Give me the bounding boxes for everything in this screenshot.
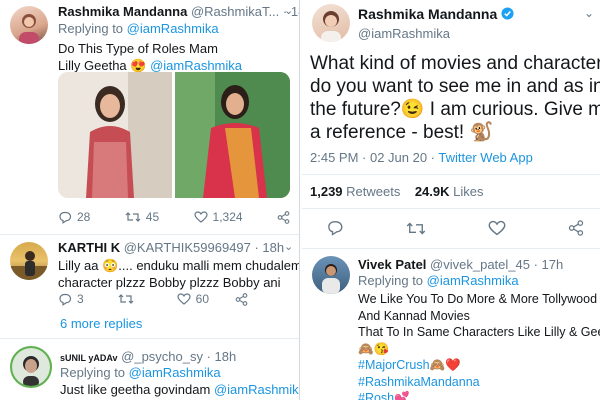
- hashtag-link[interactable]: #Rosh: [358, 391, 394, 400]
- reply-icon: [59, 293, 72, 306]
- heart-icon: [488, 220, 506, 236]
- avatar[interactable]: [312, 256, 350, 294]
- like-button[interactable]: 1,324: [193, 210, 243, 224]
- replying-to: Replying to @iamRashmika: [60, 365, 221, 380]
- mention-link[interactable]: @iamRashmika: [427, 273, 519, 288]
- tweet-actions: 28 45 1,324: [58, 210, 290, 224]
- share-icon: [277, 210, 290, 224]
- author-handle[interactable]: @_psycho_sy · 18h: [121, 349, 236, 364]
- reply-button[interactable]: 28: [58, 210, 90, 224]
- retweet-button[interactable]: [118, 292, 176, 306]
- media-image-left[interactable]: [58, 72, 172, 198]
- tweet-text: Lilly aa 😳.... enduku malli mem chudalem…: [58, 258, 300, 290]
- more-replies-link[interactable]: 6 more replies: [60, 316, 142, 331]
- reply-icon: [59, 211, 72, 224]
- author-name[interactable]: sUNIL yADAv: [60, 353, 118, 363]
- verified-badge-icon: [501, 7, 514, 20]
- share-button[interactable]: [568, 220, 584, 236]
- tweet-text: We Like You To Do More & More Tollywood …: [358, 291, 600, 400]
- tweet-text: Do This Type of Roles Mam Lilly Geetha 😍…: [58, 41, 243, 73]
- mention-link[interactable]: @iamRashmika: [214, 382, 299, 397]
- reply-button[interactable]: 3: [58, 292, 118, 306]
- divider: [0, 234, 299, 235]
- retweet-icon: [125, 212, 141, 222]
- tweet-actions: [326, 220, 584, 236]
- mention-link[interactable]: @iamRashmika: [127, 21, 219, 36]
- share-button[interactable]: [235, 292, 248, 306]
- hashtag-link[interactable]: #RashmikaMandanna: [358, 374, 600, 391]
- avatar[interactable]: [10, 6, 48, 44]
- tweet-actions: 3 60: [58, 292, 248, 306]
- author-name[interactable]: Rashmika Mandanna: [358, 6, 497, 22]
- media-image-right[interactable]: [175, 72, 290, 198]
- share-button[interactable]: [277, 210, 290, 224]
- author-handle[interactable]: @iamRashmika: [358, 26, 450, 41]
- heart-icon: [193, 211, 208, 223]
- retweet-icon: [118, 294, 134, 304]
- chevron-down-icon[interactable]: ⌄: [284, 4, 293, 17]
- retweets-stat[interactable]: 1,239 Retweets: [310, 184, 400, 199]
- source-link[interactable]: Twitter Web App: [438, 150, 532, 165]
- avatar[interactable]: [312, 4, 350, 42]
- divider: [302, 208, 600, 209]
- retweet-button[interactable]: 45: [125, 210, 159, 224]
- mention-link[interactable]: @iamRashmika: [129, 365, 221, 380]
- avatar[interactable]: [10, 242, 48, 280]
- share-icon: [235, 292, 248, 306]
- like-button[interactable]: 60: [177, 292, 235, 306]
- tweet-timestamp: 2:45 PM · 02 Jun 20 · Twitter Web App: [310, 150, 533, 165]
- retweet-icon: [406, 222, 426, 234]
- tweet-text: Just like geetha govindam @iamRashmika: [60, 381, 299, 398]
- retweet-button[interactable]: [406, 220, 426, 236]
- author-name[interactable]: Vivek Patel: [358, 257, 426, 272]
- chevron-down-icon[interactable]: ⌄: [584, 6, 594, 20]
- right-thread-panel: Rashmika Mandanna ⌄ @iamRashmika What ki…: [302, 0, 600, 400]
- left-thread-panel: Rashmika Mandanna @RashmikaT... · 18h ⌄ …: [0, 0, 300, 400]
- chevron-down-icon[interactable]: ⌄: [284, 240, 293, 253]
- reply-icon: [328, 221, 343, 236]
- share-icon: [568, 220, 584, 236]
- replying-to: Replying to @iamRashmika: [58, 21, 219, 36]
- avatar[interactable]: [10, 346, 52, 388]
- tweet-stats: 1,239 Retweets 24.9K Likes: [310, 184, 484, 199]
- author-handle[interactable]: @RashmikaT...: [191, 4, 279, 19]
- likes-stat[interactable]: 24.9K Likes: [415, 184, 484, 199]
- tweet-text: What kind of movies and characters do yo…: [310, 53, 600, 143]
- mention-link[interactable]: @iamRashmika: [150, 58, 242, 73]
- author-name[interactable]: Rashmika Mandanna: [58, 4, 187, 19]
- divider: [302, 174, 600, 175]
- reply-button[interactable]: [326, 220, 344, 236]
- author-name[interactable]: KARTHI K: [58, 240, 120, 255]
- author-handle[interactable]: @vivek_patel_45 · 17h: [430, 257, 563, 272]
- divider: [0, 338, 299, 339]
- divider: [302, 248, 600, 249]
- heart-icon: [177, 293, 191, 305]
- author-handle[interactable]: @KARTHIK59969497 · 18h: [124, 240, 284, 255]
- hashtag-link[interactable]: #MajorCrush: [358, 358, 430, 372]
- replying-to: Replying to @iamRashmika: [358, 273, 519, 288]
- like-button[interactable]: [488, 220, 506, 236]
